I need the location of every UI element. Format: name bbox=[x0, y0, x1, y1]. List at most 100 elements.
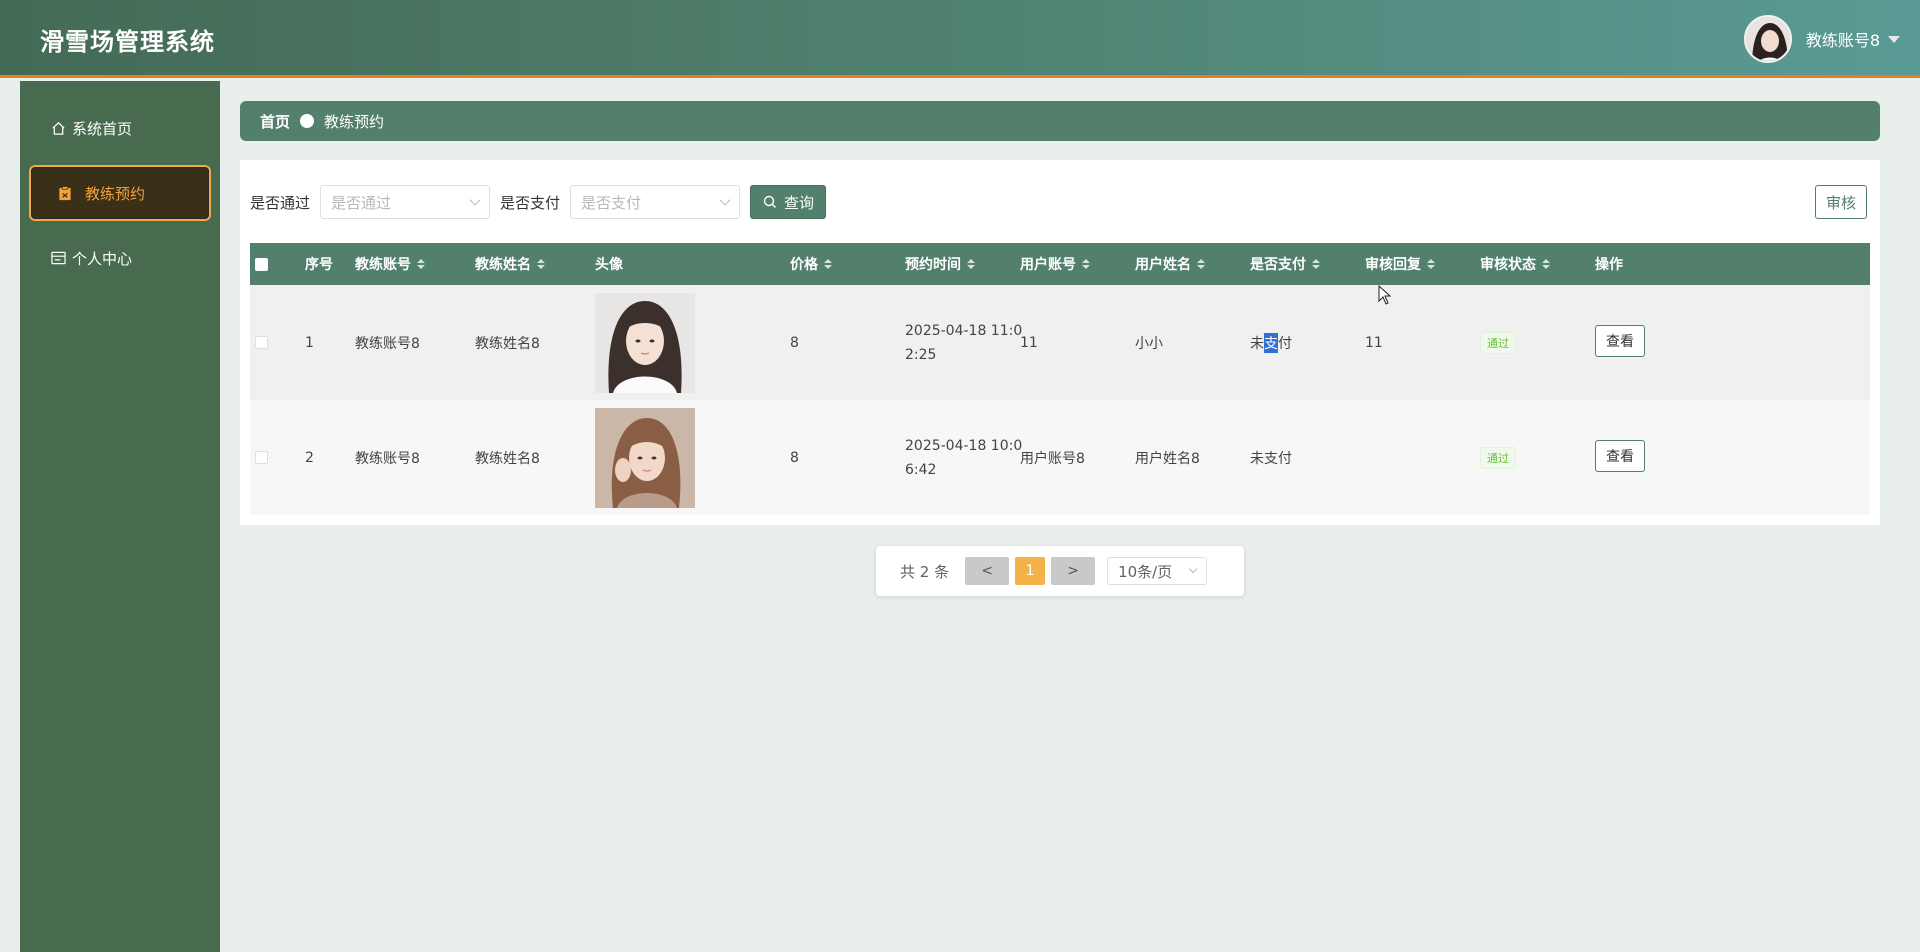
col-user-name[interactable]: 用户姓名 bbox=[1135, 243, 1205, 285]
audit-button[interactable]: 审核 bbox=[1815, 185, 1867, 219]
app-title: 滑雪场管理系统 bbox=[40, 28, 215, 56]
sidebar: 系统首页 教练预约 个人中心 bbox=[20, 81, 220, 952]
chevron-down-icon bbox=[469, 194, 481, 206]
cell-user-name: 用户姓名8 bbox=[1135, 450, 1200, 467]
passed-select[interactable]: 是否通过 bbox=[320, 185, 491, 219]
col-actions: 操作 bbox=[1595, 243, 1623, 285]
col-photo: 头像 bbox=[595, 243, 623, 285]
breadcrumb-current: 教练预约 bbox=[324, 112, 385, 131]
paid-filter-label: 是否支付 bbox=[500, 193, 561, 212]
col-label: 用户账号 bbox=[1020, 257, 1076, 273]
sort-icon[interactable] bbox=[1197, 259, 1205, 269]
bookings-table: 序号 教练账号 教练姓名 头像 价格 预约时间 用户账号 用户姓名 是否支付 审… bbox=[250, 243, 1870, 515]
cell-coach-account: 教练账号8 bbox=[355, 450, 420, 467]
sort-icon[interactable] bbox=[417, 259, 425, 269]
chevron-down-icon bbox=[1188, 564, 1198, 574]
sort-icon[interactable] bbox=[824, 259, 832, 269]
cell-status: 通过 bbox=[1480, 285, 1516, 400]
user-name[interactable]: 教练账号8 bbox=[1806, 27, 1880, 51]
status-badge: 通过 bbox=[1480, 331, 1516, 354]
sort-icon[interactable] bbox=[1312, 259, 1320, 269]
circle-icon bbox=[300, 114, 315, 128]
col-price[interactable]: 价格 bbox=[790, 243, 832, 285]
col-user-account[interactable]: 用户账号 bbox=[1020, 243, 1090, 285]
cell-price: 8 bbox=[790, 449, 799, 466]
page-size-select[interactable]: 10条/页 bbox=[1107, 557, 1208, 585]
col-label: 教练账号 bbox=[355, 257, 411, 273]
next-page-button[interactable]: > bbox=[1051, 557, 1096, 585]
col-label: 审核回复 bbox=[1365, 257, 1421, 273]
col-label: 操作 bbox=[1595, 257, 1623, 273]
pagination-total: 共 2 条 bbox=[900, 562, 950, 581]
col-coach-account[interactable]: 教练账号 bbox=[355, 243, 425, 285]
booking-time-line1: 2025-04-18 11:0 bbox=[905, 322, 1023, 339]
paid-text-part: 未 bbox=[1250, 335, 1264, 352]
sort-icon[interactable] bbox=[1427, 259, 1435, 269]
breadcrumb-home[interactable]: 首页 bbox=[260, 111, 290, 132]
paid-select[interactable]: 是否支付 bbox=[570, 185, 741, 219]
id-card-icon bbox=[50, 250, 66, 266]
checkbox[interactable] bbox=[255, 451, 268, 464]
home-icon bbox=[50, 120, 66, 136]
user-menu[interactable]: 教练账号8 bbox=[1743, 14, 1900, 64]
sidebar-item-label: 教练预约 bbox=[85, 184, 146, 203]
col-label: 序号 bbox=[305, 257, 333, 273]
view-button[interactable]: 查看 bbox=[1595, 439, 1645, 472]
cell-index: 2 bbox=[305, 449, 314, 466]
prev-page-button[interactable]: < bbox=[965, 557, 1010, 585]
view-button[interactable]: 查看 bbox=[1595, 324, 1645, 357]
booking-time-line2: 6:42 bbox=[905, 461, 937, 478]
booking-time-line1: 2025-04-18 10:0 bbox=[905, 437, 1023, 454]
row-checkbox[interactable] bbox=[255, 400, 268, 515]
cell-photo bbox=[595, 285, 695, 400]
col-label: 头像 bbox=[595, 257, 623, 273]
coach-photo[interactable] bbox=[595, 292, 695, 393]
col-label: 用户姓名 bbox=[1135, 257, 1191, 273]
paid-text-part: 付 bbox=[1278, 335, 1292, 352]
sidebar-item-home[interactable]: 系统首页 bbox=[30, 103, 210, 153]
cell-coach-name: 教练姓名8 bbox=[475, 450, 540, 467]
cell-index: 1 bbox=[305, 334, 314, 351]
checkbox[interactable] bbox=[255, 257, 268, 271]
sort-icon[interactable] bbox=[1542, 259, 1550, 269]
cell-coach-name: 教练姓名8 bbox=[475, 335, 540, 352]
sidebar-item-label: 个人中心 bbox=[72, 249, 133, 268]
col-paid[interactable]: 是否支付 bbox=[1250, 243, 1320, 285]
table-row: 2 教练账号8 教练姓名8 8 2025-04-18 10:0 6:42 用户账… bbox=[250, 400, 1870, 515]
col-status[interactable]: 审核状态 bbox=[1480, 243, 1550, 285]
cell-booking-time: 2025-04-18 11:0 2:25 bbox=[905, 285, 1022, 400]
col-reply[interactable]: 审核回复 bbox=[1365, 243, 1435, 285]
cell-photo bbox=[595, 400, 695, 515]
col-label: 价格 bbox=[790, 257, 818, 273]
cell-status: 通过 bbox=[1480, 400, 1516, 515]
user-avatar[interactable] bbox=[1743, 15, 1792, 63]
col-label: 是否支付 bbox=[1250, 257, 1306, 273]
col-index: 序号 bbox=[305, 243, 333, 285]
paid-text-selected: 支 bbox=[1264, 332, 1278, 353]
cell-paid: 未支付 bbox=[1250, 450, 1292, 467]
col-coach-name[interactable]: 教练姓名 bbox=[475, 243, 545, 285]
query-button[interactable]: 查询 bbox=[750, 185, 827, 219]
table-row: 1 教练账号8 教练姓名8 8 2025-04-18 11:0 2:25 11 … bbox=[250, 285, 1870, 400]
page-number-current[interactable]: 1 bbox=[1015, 557, 1046, 585]
query-button-label: 查询 bbox=[784, 193, 815, 212]
cell-price: 8 bbox=[790, 334, 799, 351]
sidebar-item-label: 系统首页 bbox=[72, 119, 133, 138]
filter-bar: 是否通过 是否通过 是否支付 是否支付 查询 bbox=[250, 185, 827, 219]
coach-photo[interactable] bbox=[595, 407, 695, 508]
table-header: 序号 教练账号 教练姓名 头像 价格 预约时间 用户账号 用户姓名 是否支付 审… bbox=[250, 243, 1870, 285]
sidebar-item-coach-booking[interactable]: 教练预约 bbox=[29, 165, 211, 221]
cell-user-account: 用户账号8 bbox=[1020, 450, 1085, 467]
select-all-checkbox[interactable] bbox=[255, 243, 268, 285]
col-label: 预约时间 bbox=[905, 257, 961, 273]
sort-icon[interactable] bbox=[967, 259, 975, 269]
cell-user-name: 小小 bbox=[1135, 335, 1163, 352]
cell-paid: 未支付 bbox=[1250, 285, 1292, 400]
col-booking-time[interactable]: 预约时间 bbox=[905, 243, 975, 285]
sort-icon[interactable] bbox=[1082, 259, 1090, 269]
caret-down-icon[interactable] bbox=[1888, 35, 1900, 43]
checkbox[interactable] bbox=[255, 336, 268, 349]
sort-icon[interactable] bbox=[537, 259, 545, 269]
sidebar-item-profile[interactable]: 个人中心 bbox=[30, 233, 210, 283]
row-checkbox[interactable] bbox=[255, 285, 268, 400]
